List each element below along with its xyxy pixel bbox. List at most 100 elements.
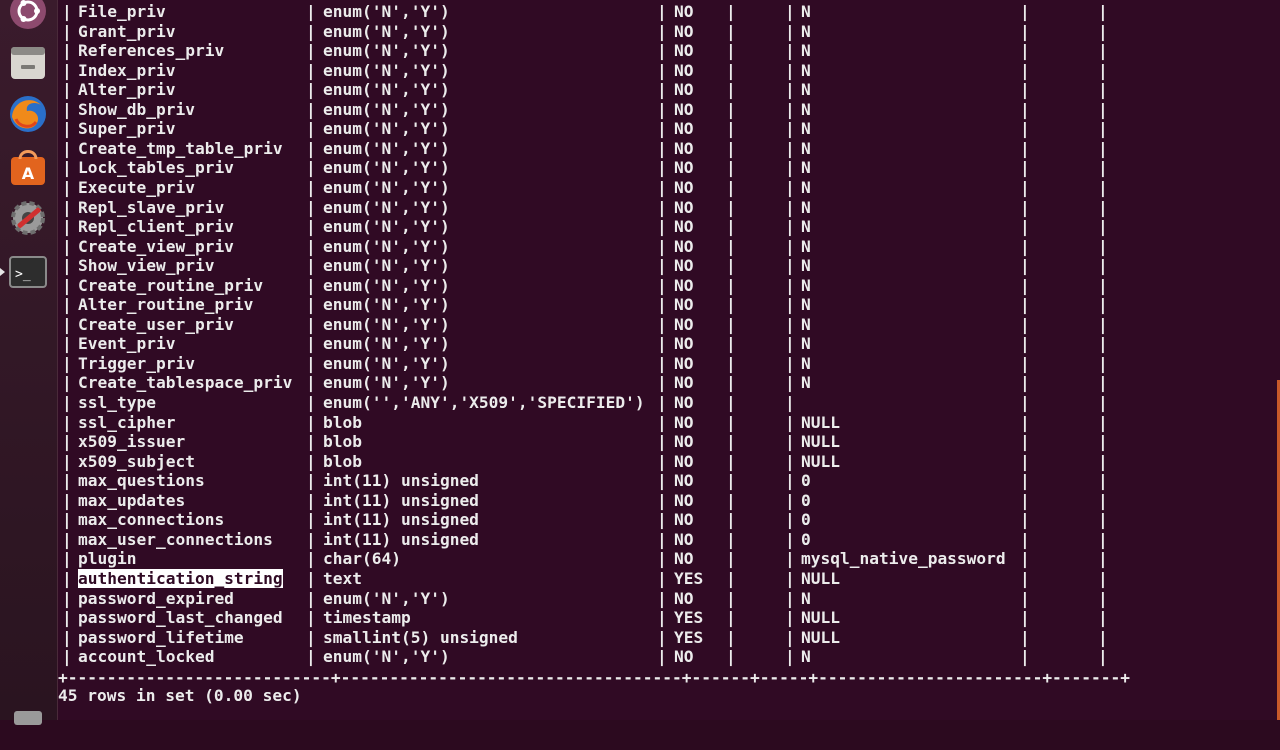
column-separator: | xyxy=(306,197,316,217)
column-separator: | xyxy=(62,314,72,334)
column-separator: | xyxy=(306,432,316,452)
cell-null: NO xyxy=(674,647,694,667)
column-separator: | xyxy=(726,353,736,373)
cell-default: N xyxy=(801,217,811,237)
column-separator: | xyxy=(657,627,667,647)
column-separator: | xyxy=(1098,295,1108,315)
cell-type: enum('N','Y') xyxy=(323,99,450,119)
cell-field: Execute_priv xyxy=(78,177,195,197)
cell-null: NO xyxy=(674,510,694,530)
column-separator: | xyxy=(785,334,795,354)
column-separator: | xyxy=(62,393,72,412)
table-row: | | | | | | | Create_tablespace_priv enum('N','Y… xyxy=(58,373,1158,392)
column-separator: | xyxy=(306,627,316,647)
column-separator: | xyxy=(306,568,316,588)
cell-null: NO xyxy=(674,314,694,334)
column-separator: | xyxy=(1098,490,1108,510)
cell-null: NO xyxy=(674,41,694,61)
software-center-icon[interactable]: A xyxy=(5,144,51,190)
table-row: | | | | | | | Show_view_priv enum('N','Y') NO N xyxy=(58,256,1158,275)
column-separator: | xyxy=(785,275,795,295)
cell-default: N xyxy=(801,21,811,41)
column-separator: | xyxy=(657,393,667,412)
table-row: | | | | | | | max_questions int(11) unsigned NO 0 xyxy=(58,471,1158,490)
column-separator: | xyxy=(726,138,736,158)
cell-type: enum('N','Y') xyxy=(323,2,450,21)
column-separator: | xyxy=(62,490,72,510)
column-separator: | xyxy=(62,99,72,119)
table-row: | | | | | | | password_last_changed timestamp YES… xyxy=(58,608,1158,627)
column-separator: | xyxy=(62,275,72,295)
table-row: | | | | | | | authentication_string text YES NULL xyxy=(58,568,1158,588)
column-separator: | xyxy=(62,608,72,628)
column-separator: | xyxy=(726,60,736,80)
column-separator: | xyxy=(62,236,72,256)
terminal-window[interactable]: | | | | | | | File_priv enum('N','Y') NO N | | | | | | | G… xyxy=(58,0,1280,720)
column-separator: | xyxy=(1098,373,1108,393)
column-separator: | xyxy=(306,393,316,412)
cell-default: N xyxy=(801,373,811,393)
column-separator: | xyxy=(306,412,316,432)
cell-null: YES xyxy=(674,627,704,647)
query-status: 45 rows in set (0.00 sec) xyxy=(58,686,302,705)
cell-default: N xyxy=(801,158,811,178)
table-row: | | | | | | | Grant_priv enum('N','Y') NO N xyxy=(58,22,1158,41)
column-separator: | xyxy=(1020,451,1030,471)
column-separator: | xyxy=(1098,334,1108,354)
column-separator: | xyxy=(657,217,667,237)
column-separator: | xyxy=(62,568,72,588)
column-separator: | xyxy=(726,197,736,217)
column-separator: | xyxy=(657,138,667,158)
cell-null: YES xyxy=(674,608,704,628)
files-icon[interactable] xyxy=(5,40,51,86)
cell-null: NO xyxy=(674,217,694,237)
cell-default: N xyxy=(801,99,811,119)
column-separator: | xyxy=(62,2,72,21)
column-separator: | xyxy=(785,197,795,217)
cell-type: blob xyxy=(323,412,362,432)
column-separator: | xyxy=(657,647,667,667)
column-separator: | xyxy=(62,412,72,432)
column-separator: | xyxy=(785,80,795,100)
cell-null: NO xyxy=(674,529,694,549)
launcher: A >_ xyxy=(0,0,58,725)
cell-field: max_connections xyxy=(78,510,225,530)
column-separator: | xyxy=(62,353,72,373)
cell-type: enum('','ANY','X509','SPECIFIED') xyxy=(323,393,645,412)
column-separator: | xyxy=(726,627,736,647)
cell-field: File_priv xyxy=(78,2,166,21)
column-separator: | xyxy=(726,568,736,588)
system-settings-icon[interactable] xyxy=(5,195,51,241)
column-separator: | xyxy=(785,588,795,608)
column-separator: | xyxy=(62,647,72,667)
column-separator: | xyxy=(1020,412,1030,432)
cell-null: NO xyxy=(674,412,694,432)
terminal-icon[interactable]: >_ xyxy=(5,249,51,295)
column-separator: | xyxy=(62,138,72,158)
column-separator: | xyxy=(726,21,736,41)
cell-type: enum('N','Y') xyxy=(323,588,450,608)
cell-default: N xyxy=(801,197,811,217)
column-separator: | xyxy=(657,256,667,276)
column-separator: | xyxy=(726,451,736,471)
disk-icon[interactable] xyxy=(5,704,51,750)
column-separator: | xyxy=(726,295,736,315)
table-row: | | | | | | | Create_tmp_table_priv enum('N','Y'… xyxy=(58,139,1158,158)
column-separator: | xyxy=(1020,2,1030,21)
column-separator: | xyxy=(1020,627,1030,647)
firefox-icon[interactable] xyxy=(5,91,51,137)
column-separator: | xyxy=(785,353,795,373)
column-separator: | xyxy=(62,158,72,178)
table-row: | | | | | | | Event_priv enum('N','Y') NO N xyxy=(58,334,1158,353)
ubuntu-dash-icon[interactable] xyxy=(5,0,51,34)
column-separator: | xyxy=(785,217,795,237)
cell-default: NULL xyxy=(801,412,840,432)
table-row: | | | | | | | max_connections int(11) unsigned NO… xyxy=(58,510,1158,529)
cell-default: N xyxy=(801,41,811,61)
column-separator: | xyxy=(785,177,795,197)
cell-field: x509_subject xyxy=(78,451,195,471)
column-separator: | xyxy=(1020,314,1030,334)
column-separator: | xyxy=(785,471,795,491)
column-separator: | xyxy=(62,256,72,276)
column-separator: | xyxy=(62,21,72,41)
